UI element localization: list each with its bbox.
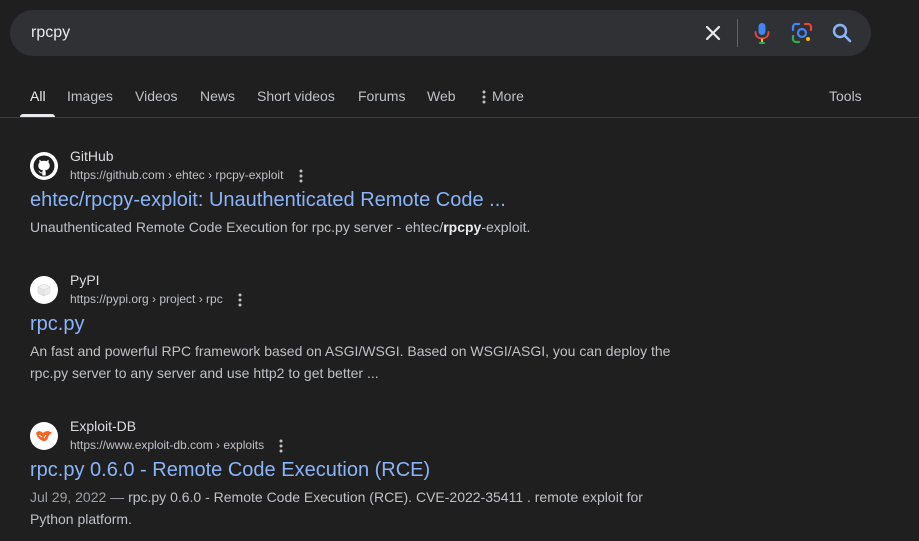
search-bar-divider <box>737 19 738 47</box>
more-vert-icon <box>482 90 486 104</box>
site-name[interactable]: Exploit-DB <box>70 416 136 436</box>
snippet-line: rpc.py server to any server and use http… <box>30 365 379 381</box>
pypi-icon[interactable] <box>30 276 58 304</box>
tab-forums[interactable]: Forums <box>358 88 405 104</box>
result-title-link[interactable]: ehtec/rpcpy-exploit: Unauthenticated Rem… <box>30 187 506 213</box>
snippet-line: Jul 29, 2022 — rpc.py 0.6.0 - Remote Cod… <box>30 486 690 508</box>
close-icon[interactable] <box>701 21 725 45</box>
result-snippet: An fast and powerful RPC framework based… <box>30 340 690 384</box>
result-title-link[interactable]: rpc.py <box>30 311 84 337</box>
search-results-page: All Images Videos News Short videos Foru… <box>0 0 919 541</box>
microphone-icon[interactable] <box>750 21 774 45</box>
active-tab-indicator <box>20 114 55 117</box>
tab-web[interactable]: Web <box>427 88 456 104</box>
search-icon[interactable] <box>830 21 854 45</box>
tab-more-label: More <box>492 88 524 104</box>
result-snippet: Unauthenticated Remote Code Execution fo… <box>30 216 690 238</box>
site-url[interactable]: https://www.exploit-db.com › exploits <box>70 436 283 454</box>
tab-all[interactable]: All <box>30 88 46 104</box>
url-text: https://github.com › ehtec › rpcpy-explo… <box>70 168 284 182</box>
site-name[interactable]: PyPI <box>70 270 100 290</box>
snippet-text-end: -exploit. <box>481 219 531 235</box>
more-options-icon[interactable] <box>299 169 303 183</box>
snippet-line: Python platform. <box>30 511 132 527</box>
github-icon[interactable] <box>30 152 58 180</box>
snippet-highlight: rpcpy <box>443 219 482 235</box>
tab-news[interactable]: News <box>200 88 235 104</box>
tab-images[interactable]: Images <box>67 88 113 104</box>
url-text: https://pypi.org › project › rpc <box>70 292 223 306</box>
result-snippet: Jul 29, 2022 — rpc.py 0.6.0 - Remote Cod… <box>30 486 690 530</box>
result-title-link[interactable]: rpc.py 0.6.0 - Remote Code Execution (RC… <box>30 457 430 483</box>
result-date: Jul 29, 2022 — <box>30 489 125 505</box>
snippet-text: rpc.py 0.6.0 - Remote Code Execution (RC… <box>128 489 643 505</box>
tab-videos[interactable]: Videos <box>135 88 178 104</box>
search-input[interactable] <box>31 21 671 45</box>
more-options-icon[interactable] <box>238 293 242 307</box>
search-bar <box>10 10 871 56</box>
snippet-line: An fast and powerful RPC framework based… <box>30 343 671 359</box>
site-name[interactable]: GitHub <box>70 146 114 166</box>
tab-short-videos[interactable]: Short videos <box>257 88 335 104</box>
snippet-text: Unauthenticated Remote Code Execution fo… <box>30 219 444 235</box>
more-options-icon[interactable] <box>279 439 283 453</box>
url-text: https://www.exploit-db.com › exploits <box>70 438 265 452</box>
tab-more[interactable]: More <box>482 88 524 104</box>
camera-lens-icon[interactable] <box>790 21 814 45</box>
search-tabs: All Images Videos News Short videos Foru… <box>0 80 919 118</box>
tools-button[interactable]: Tools <box>829 88 862 104</box>
site-url[interactable]: https://github.com › ehtec › rpcpy-explo… <box>70 166 303 184</box>
site-url[interactable]: https://pypi.org › project › rpc <box>70 290 242 308</box>
exploit-db-icon[interactable] <box>30 422 58 450</box>
